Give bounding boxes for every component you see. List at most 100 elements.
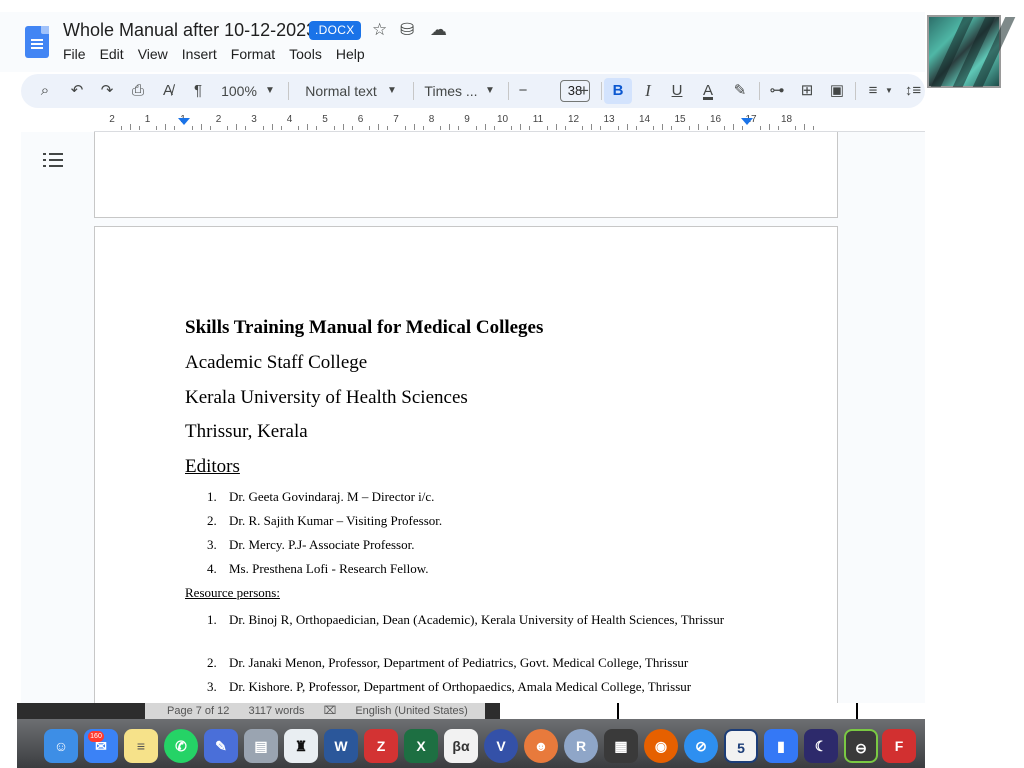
align-dropdown-icon[interactable]: ▼ xyxy=(884,74,894,108)
ruler-tick xyxy=(165,124,167,130)
text-color-button[interactable]: A xyxy=(698,74,718,108)
ruler-tick xyxy=(697,124,699,130)
ruler-tick xyxy=(795,126,797,130)
ruler-tick xyxy=(662,124,664,130)
editors-heading: Editors xyxy=(185,456,240,477)
move-to-drive-icon[interactable]: ⛁ xyxy=(400,20,414,40)
document-heading: Skills Training Manual for Medical Colle… xyxy=(185,317,544,338)
keynote-icon[interactable]: ▮ xyxy=(764,729,798,763)
night-owl-icon[interactable]: ☾ xyxy=(804,729,838,763)
paragraph-style-select[interactable]: Normal text xyxy=(301,74,381,108)
document-page[interactable]: Skills Training Manual for Medical Colle… xyxy=(94,226,838,704)
list-item: 1. Dr. Binoj R, Orthopaedician, Dean (Aca… xyxy=(207,612,725,627)
style-dropdown-icon[interactable]: ▼ xyxy=(385,74,399,108)
right-indent-marker[interactable] xyxy=(741,118,753,125)
align-icon[interactable]: ≡ xyxy=(863,74,883,108)
ruler-tick xyxy=(209,126,211,130)
decrease-font-size-button[interactable]: − xyxy=(515,74,531,108)
increase-font-size-button[interactable]: + xyxy=(576,74,592,108)
ruler-tick xyxy=(200,124,202,130)
zotero-icon[interactable]: Z xyxy=(364,729,398,763)
ruler-tick xyxy=(617,126,619,130)
firefox-icon[interactable]: ◉ xyxy=(644,729,678,763)
ruler-tick xyxy=(529,126,531,130)
list-item: 1. Dr. Geeta Govindaraj. M – Director i/c… xyxy=(207,489,435,504)
menu-insert[interactable]: Insert xyxy=(182,46,222,62)
add-comment-icon[interactable]: ⊞ xyxy=(797,74,817,108)
zoom-dropdown-icon[interactable]: ▼ xyxy=(263,74,277,108)
ruler-number: 2 xyxy=(109,114,115,125)
zoom-select[interactable]: 100% xyxy=(219,74,259,108)
font-dropdown-icon[interactable]: ▼ xyxy=(483,74,497,108)
star-icon[interactable]: ☆ xyxy=(372,20,387,40)
print-icon[interactable]: ⎙ xyxy=(127,74,149,108)
ruler-number: 14 xyxy=(638,114,651,125)
paint-format-icon[interactable]: ¶ xyxy=(187,74,209,108)
ruler-tick xyxy=(236,124,238,130)
ruler-tick xyxy=(280,126,282,130)
bartender-icon[interactable]: ☻ xyxy=(524,729,558,763)
menu-edit[interactable]: Edit xyxy=(100,46,129,62)
toggle-icon[interactable]: ⊖ xyxy=(844,729,878,763)
mathtype-icon[interactable]: βα xyxy=(444,729,478,763)
bold-button[interactable]: B xyxy=(604,78,632,104)
outline-icon[interactable] xyxy=(43,152,63,168)
calculator-icon[interactable]: ▦ xyxy=(604,729,638,763)
ruler-number: 3 xyxy=(251,114,257,125)
underline-button[interactable]: U xyxy=(669,74,685,108)
ruler-tick xyxy=(706,126,708,130)
ruler-number: 11 xyxy=(532,114,544,125)
docs-logo-icon[interactable] xyxy=(25,26,49,58)
ruler[interactable]: 2 1 1 2 3 4 5 6 7 8 9 10 11 12 13 14 15 16 17 18 xyxy=(94,114,838,132)
html5-icon[interactable]: 5 xyxy=(724,729,758,763)
search-icon[interactable]: ⌕ xyxy=(35,74,55,108)
menu-format[interactable]: Format xyxy=(231,46,280,62)
ruler-number: 16 xyxy=(709,114,722,125)
spellcheck-icon[interactable]: A̸ xyxy=(157,74,179,108)
vpn-icon[interactable]: V xyxy=(484,729,518,763)
word-icon[interactable]: W xyxy=(324,729,358,763)
safari-icon[interactable]: ⊘ xyxy=(684,729,718,763)
ruler-number: 2 xyxy=(215,114,222,125)
font-select[interactable]: Times ... xyxy=(423,74,479,108)
r-icon[interactable]: R xyxy=(564,729,598,763)
left-indent-marker[interactable] xyxy=(178,118,190,125)
pencil-icon[interactable]: ✎ xyxy=(204,729,238,763)
kindle-icon[interactable]: ♜ xyxy=(284,729,318,763)
avatar[interactable] xyxy=(927,15,1016,88)
menu-view[interactable]: View xyxy=(138,46,173,62)
ruler-tick xyxy=(555,124,557,130)
ruler-tick xyxy=(733,124,735,130)
ruler-tick xyxy=(688,126,690,130)
finder-icon[interactable]: ☺ xyxy=(44,729,78,763)
menu-help[interactable]: Help xyxy=(336,46,370,62)
ruler-tick xyxy=(804,124,806,130)
ruler-tick xyxy=(227,126,229,130)
menu-tools[interactable]: Tools xyxy=(289,46,327,62)
redo-icon[interactable]: ↷ xyxy=(97,74,117,108)
ruler-tick xyxy=(475,126,477,130)
word-count-bar[interactable]: Page 7 of 12 3117 words ⌧ English (Unite… xyxy=(145,703,485,719)
link-icon[interactable]: ⊶ xyxy=(766,74,788,108)
ruler-tick xyxy=(591,124,593,130)
italic-button[interactable]: I xyxy=(640,74,656,108)
fontforge-icon[interactable]: F xyxy=(882,729,916,763)
ruler-tick xyxy=(245,126,247,130)
excel-icon[interactable]: X xyxy=(404,729,438,763)
previous-page[interactable] xyxy=(94,132,838,218)
notes-icon[interactable]: ≡ xyxy=(124,729,158,763)
ruler-number: 5 xyxy=(322,114,328,125)
menu-file[interactable]: File xyxy=(63,46,91,62)
ruler-number: 10 xyxy=(496,114,509,125)
word-count: 3117 words xyxy=(248,705,305,717)
scanner-icon[interactable]: ▤ xyxy=(244,729,278,763)
highlight-icon[interactable]: ✎ xyxy=(730,74,750,108)
document-title[interactable]: Whole Manual after 10-12-2023 xyxy=(63,20,316,41)
cloud-status-icon[interactable]: ☁ xyxy=(430,20,447,40)
undo-icon[interactable]: ↶ xyxy=(67,74,87,108)
page-count: Page 7 of 12 xyxy=(167,705,230,717)
insert-image-icon[interactable]: ▣ xyxy=(827,74,847,108)
whatsapp-icon[interactable]: ✆ xyxy=(164,729,198,763)
ruler-tick xyxy=(129,124,131,130)
line-spacing-icon[interactable]: ↕≡ xyxy=(903,74,923,108)
